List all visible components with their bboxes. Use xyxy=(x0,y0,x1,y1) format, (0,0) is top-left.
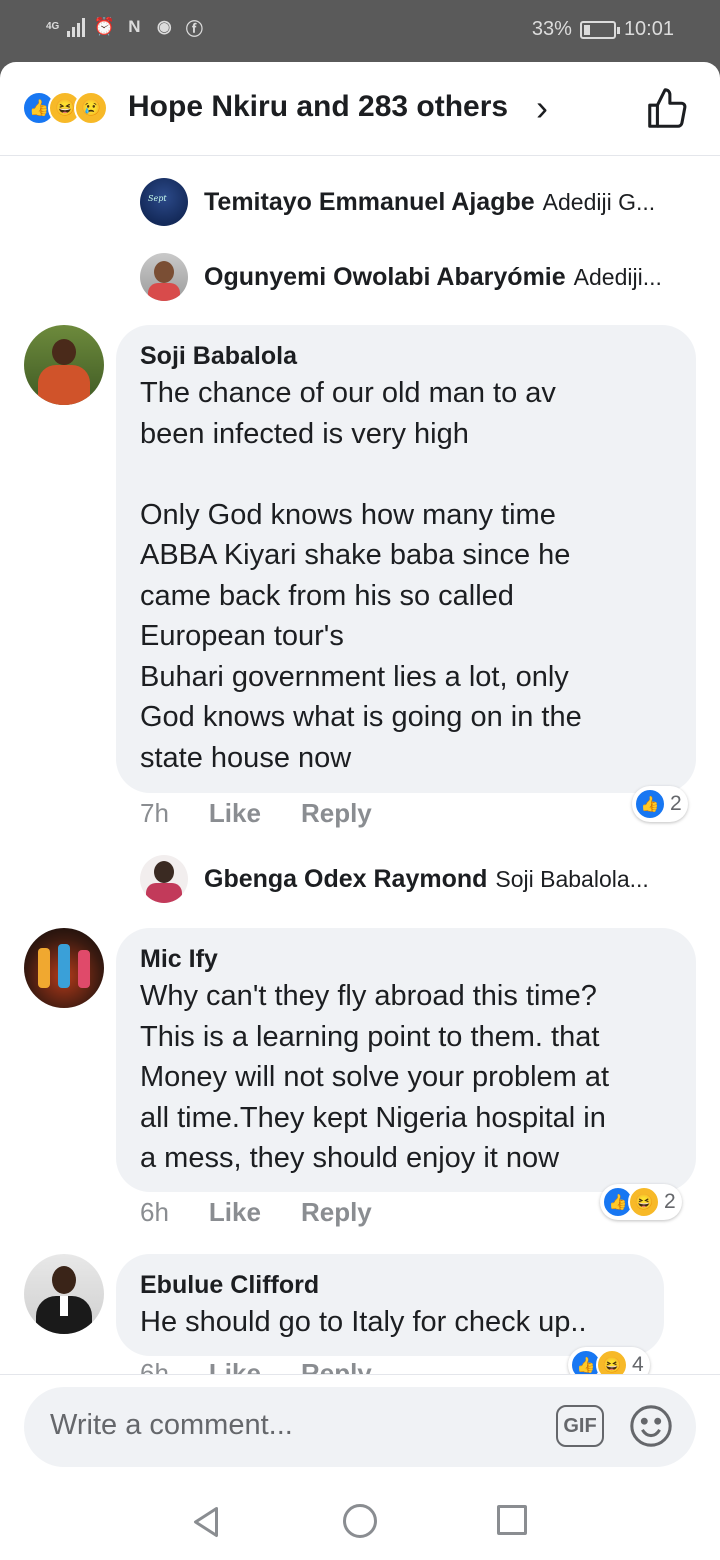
avatar[interactable] xyxy=(24,1254,104,1334)
comment-author[interactable]: Soji Babalola xyxy=(140,339,672,373)
like-button[interactable]: Like xyxy=(209,798,261,829)
reply-preview[interactable]: Gbenga Odex Raymond Soji Babalola... xyxy=(140,855,649,903)
avatar[interactable] xyxy=(24,928,104,1008)
clock: 10:01 xyxy=(623,18,674,40)
reply-button[interactable]: Reply xyxy=(301,1197,372,1228)
navigation-bar xyxy=(0,1482,720,1560)
comments-sheet: 👍 😆 😢 Hope Nkiru and 283 others › Sept T… xyxy=(0,62,720,1374)
avatar[interactable] xyxy=(24,325,104,405)
reactions-summary[interactable]: Hope Nkiru and 283 others xyxy=(128,90,508,124)
facebook-icon: ⓕ xyxy=(185,19,203,39)
comment-time: 7h xyxy=(140,798,169,828)
reply-snippet: Adediji G... xyxy=(542,188,656,215)
reaction-count: 2 xyxy=(664,1190,676,1213)
avatar[interactable]: Sept xyxy=(140,178,188,226)
like-button[interactable]: Like xyxy=(209,1358,261,1374)
reactions-header[interactable]: 👍 😆 😢 Hope Nkiru and 283 others › xyxy=(0,62,720,156)
battery-percent: 33% xyxy=(531,18,572,40)
like-icon: 👍 xyxy=(634,788,666,820)
comment-bubble[interactable]: Ebulue Clifford He should go to Italy fo… xyxy=(116,1254,664,1356)
reaction-count-badge[interactable]: 👍 2 xyxy=(632,786,688,822)
home-icon[interactable] xyxy=(343,1504,377,1538)
comment-author[interactable]: Mic Ify xyxy=(140,942,672,976)
like-button[interactable]: Like xyxy=(209,1197,261,1228)
comment-placeholder[interactable]: Write a comment... xyxy=(50,1409,293,1442)
emoji-icon[interactable] xyxy=(628,1403,674,1449)
comment-time: 6h xyxy=(140,1197,169,1227)
reply-button[interactable]: Reply xyxy=(301,1358,372,1374)
comment-time: 6h xyxy=(140,1358,169,1374)
comment-text: Why can't they fly abroad this time? Thi… xyxy=(140,980,610,1174)
recent-apps-icon[interactable] xyxy=(497,1505,527,1535)
comment-text: He should go to Italy for check up.. xyxy=(140,1306,587,1338)
gif-label: GIF xyxy=(563,1414,597,1437)
reply-snippet: Soji Babalola... xyxy=(495,865,649,892)
reply-author[interactable]: Temitayo Emmanuel Ajagbe xyxy=(204,188,535,217)
back-icon[interactable] xyxy=(188,1504,224,1540)
reaction-icons: 👍 😆 😢 xyxy=(22,91,108,125)
comment-actions: 7h Like Reply xyxy=(140,798,372,829)
n-app-icon: N xyxy=(128,17,141,36)
comment-bubble[interactable]: Mic Ify Why can't they fly abroad this t… xyxy=(116,928,696,1192)
reply-author[interactable]: Ogunyemi Owolabi Abaryómie xyxy=(204,263,566,292)
reaction-count: 2 xyxy=(670,792,682,815)
network-type: 4G xyxy=(46,21,60,32)
reply-preview[interactable]: Ogunyemi Owolabi Abaryómie Adediji... xyxy=(140,253,662,301)
comment-text: The chance of our old man to av been inf… xyxy=(140,377,582,774)
comment-actions: 6h Like Reply xyxy=(140,1358,372,1374)
network-indicator: 4G xyxy=(46,22,59,32)
comment-author[interactable]: Ebulue Clifford xyxy=(140,1268,640,1302)
reply-button[interactable]: Reply xyxy=(301,798,372,829)
reply-snippet: Adediji... xyxy=(573,263,662,290)
reaction-count-badge[interactable]: 👍 😆 2 xyxy=(600,1184,682,1220)
signal-icon xyxy=(67,17,86,37)
chevron-right-icon[interactable]: › xyxy=(536,90,548,126)
battery-fill xyxy=(583,24,591,35)
reaction-count-badge[interactable]: 👍 😆 4 xyxy=(568,1347,650,1374)
alarm-icon: ⏰ xyxy=(93,17,115,36)
reply-preview[interactable]: Sept Temitayo Emmanuel Ajagbe Adediji G.… xyxy=(140,178,655,226)
comment-composer-area: Write a comment... GIF xyxy=(0,1374,720,1482)
haha-icon: 😆 xyxy=(628,1186,660,1218)
comment-actions: 6h Like Reply xyxy=(140,1197,372,1228)
comment-bubble[interactable]: Soji Babalola The chance of our old man … xyxy=(116,325,696,793)
comment-input[interactable]: Write a comment... GIF xyxy=(24,1387,696,1467)
haha-icon: 😆 xyxy=(596,1349,628,1374)
status-bar: 4G ⏰ N ◉ ⓕ 33% 10:01 xyxy=(0,0,720,62)
avatar[interactable] xyxy=(140,855,188,903)
battery-icon xyxy=(579,20,620,39)
reply-author[interactable]: Gbenga Odex Raymond xyxy=(204,865,487,894)
chrome-icon: ◉ xyxy=(156,17,172,36)
sad-icon: 😢 xyxy=(74,91,108,125)
like-outline-icon[interactable] xyxy=(644,86,690,132)
gif-button[interactable]: GIF xyxy=(556,1405,604,1447)
avatar[interactable] xyxy=(140,253,188,301)
reaction-count: 4 xyxy=(632,1353,644,1374)
